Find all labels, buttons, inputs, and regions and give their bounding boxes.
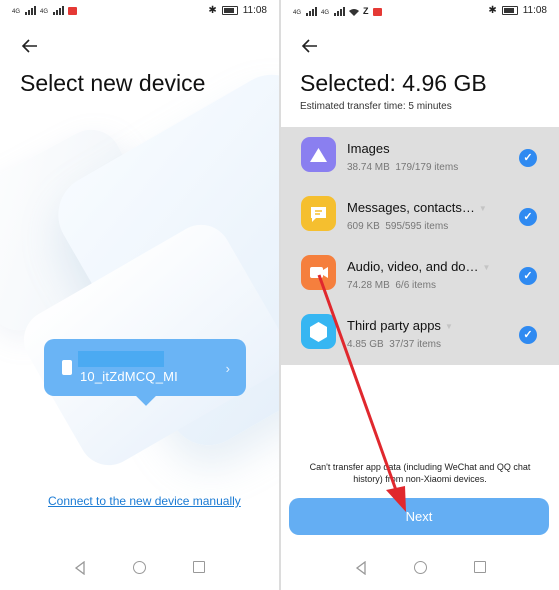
status-bar: 4G 4G Z ✱ 11:08: [281, 0, 559, 24]
checkbox-checked-icon[interactable]: ✓: [519, 267, 537, 285]
expand-icon[interactable]: ▼: [483, 263, 491, 272]
nav-back-icon[interactable]: [355, 561, 367, 575]
sim2-label-icon: 4G: [321, 10, 330, 16]
item-size: 74.28 MB: [347, 280, 390, 291]
transfer-notice: Can't transfer app data (including WeCha…: [309, 462, 531, 484]
hexagon-icon: [301, 314, 336, 349]
page-title: Select new device: [20, 70, 206, 96]
item-count: 6/6 items: [395, 280, 436, 291]
page-title: Selected: 4.96 GB: [300, 70, 487, 96]
data-category-list: Images 38.74 MB 179/179 items ✓ Messages…: [281, 127, 559, 365]
expand-icon[interactable]: ▼: [445, 322, 453, 331]
message-icon: [301, 196, 336, 231]
signal-icon: [306, 7, 318, 16]
list-item-audio-video-docs[interactable]: Audio, video, and do… ▼ 74.28 MB 6/6 item…: [281, 245, 559, 304]
sim2-label-icon: 4G: [40, 9, 49, 15]
app-z-icon: Z: [363, 6, 369, 16]
notification-icon: [68, 7, 78, 15]
list-item-third-party-apps[interactable]: Third party apps ▼ 4.85 GB 37/37 items ✓: [281, 304, 559, 363]
item-details: 609 KB 595/595 items: [347, 221, 448, 232]
data-selection-screen: 4G 4G Z ✱ 11:08 Selected: 4.96 GB Estima…: [281, 0, 559, 590]
next-button[interactable]: Next: [289, 498, 549, 535]
signal-icon: [25, 6, 37, 15]
list-item-images[interactable]: Images 38.74 MB 179/179 items ✓: [281, 127, 559, 186]
item-size: 38.74 MB: [347, 162, 390, 173]
device-bubble[interactable]: 10_itZdMCQ_MI ›: [44, 339, 246, 396]
status-bar: 4G 4G ✱ 11:08: [0, 0, 279, 24]
mountain-icon: [301, 137, 336, 172]
expand-icon[interactable]: ▼: [479, 204, 487, 213]
item-count: 37/37 items: [389, 339, 441, 350]
item-label: Messages, contacts… ▼: [347, 200, 487, 215]
signal-icon: [334, 7, 346, 16]
item-count: 595/595 items: [385, 221, 449, 232]
back-arrow-icon[interactable]: [20, 36, 40, 56]
item-label: Audio, video, and do… ▼: [347, 259, 491, 274]
list-item-messages[interactable]: Messages, contacts… ▼ 609 KB 595/595 item…: [281, 186, 559, 245]
battery-icon: [501, 6, 518, 15]
item-details: 74.28 MB 6/6 items: [347, 280, 436, 291]
navigation-bar: [281, 558, 559, 578]
redaction-highlight: [78, 351, 164, 367]
signal-icon: [53, 6, 65, 15]
nav-recents-icon[interactable]: [474, 561, 486, 573]
wifi-icon: [349, 9, 360, 16]
checkbox-checked-icon[interactable]: ✓: [519, 208, 537, 226]
nav-home-icon[interactable]: [133, 561, 146, 574]
video-icon: [301, 255, 336, 290]
notification-icon: [372, 8, 382, 16]
back-arrow-icon[interactable]: [300, 36, 320, 56]
status-time: 11:08: [522, 5, 547, 16]
sim1-label-icon: 4G: [293, 10, 302, 16]
item-size: 4.85 GB: [347, 339, 384, 350]
nav-recents-icon[interactable]: [193, 561, 205, 573]
nav-back-icon[interactable]: [74, 561, 86, 575]
bluetooth-icon: ✱: [488, 5, 497, 16]
phone-icon: [62, 360, 72, 375]
item-label: Third party apps ▼: [347, 318, 453, 333]
bluetooth-icon: ✱: [208, 5, 217, 16]
chevron-right-icon: ›: [225, 361, 230, 376]
device-name: 10_itZdMCQ_MI: [80, 369, 178, 384]
item-label: Images: [347, 141, 390, 156]
item-size: 609 KB: [347, 221, 380, 232]
status-time: 11:08: [242, 5, 267, 16]
navigation-bar: [0, 558, 279, 578]
nav-home-icon[interactable]: [414, 561, 427, 574]
checkbox-checked-icon[interactable]: ✓: [519, 326, 537, 344]
item-details: 38.74 MB 179/179 items: [347, 162, 458, 173]
item-count: 179/179 items: [395, 162, 459, 173]
checkbox-checked-icon[interactable]: ✓: [519, 149, 537, 167]
connect-manually-link[interactable]: Connect to the new device manually: [48, 494, 241, 508]
battery-icon: [221, 6, 238, 15]
select-device-screen: 4G 4G ✱ 11:08 Select new device 10_itZdM…: [0, 0, 279, 590]
item-details: 4.85 GB 37/37 items: [347, 339, 441, 350]
sim1-label-icon: 4G: [12, 9, 21, 15]
transfer-time-text: Estimated transfer time: 5 minutes: [300, 101, 452, 112]
